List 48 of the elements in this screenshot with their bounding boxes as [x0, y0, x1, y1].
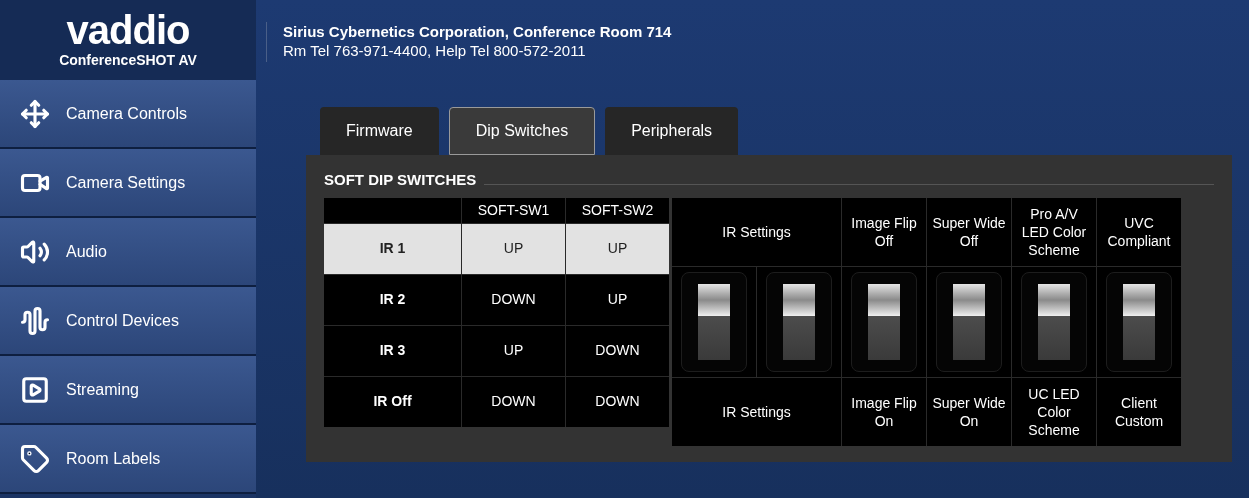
tab[interactable]: Peripherals — [605, 107, 739, 155]
table-cell: UP — [462, 223, 565, 274]
organization-name: Sirius Cybernetics Corporation, Conference Room 714 — [283, 22, 672, 41]
switch-label: UC LED Color Scheme — [1012, 377, 1096, 446]
table-cell: UP — [566, 223, 669, 274]
brand-logo: vaddio — [66, 9, 190, 50]
table-cell: DOWN — [462, 376, 565, 427]
table-cell: UP — [462, 325, 565, 376]
switch-label: Pro A/V LED Color Scheme — [1012, 197, 1096, 266]
dip-switch[interactable] — [1021, 271, 1087, 372]
switch-label: UVC Compliant — [1097, 197, 1181, 266]
four-arrows-icon — [20, 98, 50, 129]
sidebar-item[interactable]: Camera Controls — [0, 80, 256, 149]
sidebar-item[interactable]: Room Labels — [0, 425, 256, 494]
dip-switch[interactable] — [766, 271, 832, 372]
table-cell: UP — [566, 274, 669, 325]
tab[interactable]: Firmware — [320, 107, 439, 155]
switch-label: Super Wide On — [927, 377, 1011, 446]
switch-label: IR Settings — [672, 197, 841, 266]
tag-icon — [20, 443, 50, 474]
sidebar-item[interactable]: Streaming — [0, 356, 256, 425]
contact-phones: Rm Tel 763-971-4400, Help Tel 800-572-2011 — [283, 41, 587, 60]
dip-switch[interactable] — [681, 271, 747, 372]
ir-row-label[interactable]: IR 3 — [324, 325, 461, 376]
dip-switch[interactable] — [936, 271, 1002, 372]
dip-switch[interactable] — [1106, 271, 1172, 372]
tab[interactable]: Dip Switches — [448, 107, 596, 155]
table-cell: DOWN — [462, 274, 565, 325]
product-name: ConferenceSHOT AV — [59, 50, 197, 70]
table-cell: DOWN — [566, 376, 669, 427]
sidebar-item[interactable]: Control Devices — [0, 287, 256, 356]
ir-row-label[interactable]: IR 1 — [324, 223, 461, 274]
ir-row-label[interactable]: IR Off — [324, 376, 461, 427]
switch-label: Client Custom — [1097, 377, 1181, 446]
switch-label: Image Flip On — [842, 377, 926, 446]
waveform-icon — [20, 305, 50, 336]
play-icon — [20, 374, 50, 405]
switch-label: Super Wide Off — [927, 197, 1011, 266]
column-header: SOFT-SW1 — [462, 197, 565, 223]
column-header: SOFT-SW2 — [566, 197, 669, 223]
sidebar-item[interactable]: Audio — [0, 218, 256, 287]
switch-label: IR Settings — [672, 377, 841, 446]
table-cell: DOWN — [566, 325, 669, 376]
section-title: SOFT DIP SWITCHES — [324, 170, 477, 190]
sidebar-item[interactable]: Camera Settings — [0, 149, 256, 218]
switch-label: Image Flip Off — [842, 197, 926, 266]
ir-row-label[interactable]: IR 2 — [324, 274, 461, 325]
dip-switch[interactable] — [851, 271, 917, 372]
